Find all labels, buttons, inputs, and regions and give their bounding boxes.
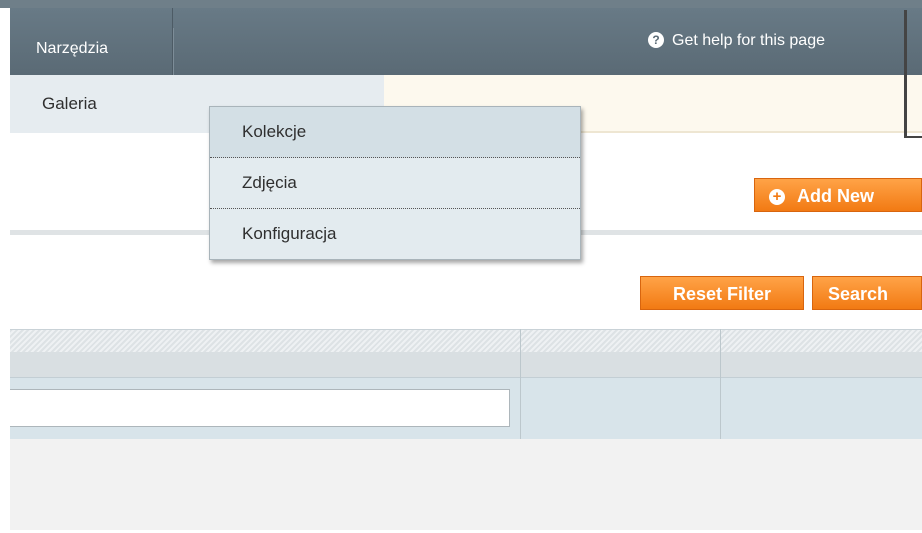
add-new-label: Add New <box>797 186 875 206</box>
grid-header-band <box>10 352 922 378</box>
column-divider <box>520 329 521 439</box>
help-link[interactable]: ? Get help for this page <box>648 32 825 50</box>
nav-item-narzedzia[interactable]: Narzędzia <box>10 8 173 75</box>
question-circle-icon: ? <box>648 32 664 48</box>
top-accent-bar <box>0 0 922 8</box>
main-navigation: Narzędzia ? Get help for this page <box>10 8 922 75</box>
dropdown-item-zdjecia[interactable]: Zdjęcia <box>210 158 580 209</box>
plus-circle-icon: + <box>769 189 785 205</box>
help-link-label: Get help for this page <box>672 32 825 49</box>
submenu-item-galeria[interactable]: Galeria <box>42 94 97 114</box>
scrollbar-edge <box>904 10 907 138</box>
reset-filter-button[interactable]: Reset Filter <box>640 276 804 310</box>
dropdown-item-konfiguracja[interactable]: Konfiguracja <box>210 209 580 260</box>
column-divider <box>720 329 721 439</box>
add-new-button[interactable]: + Add New <box>754 178 922 212</box>
dropdown-item-kolekcje[interactable]: Kolekcje <box>210 107 580 158</box>
grid-header <box>10 329 922 378</box>
nav-separator <box>173 28 174 75</box>
search-button[interactable]: Search <box>812 276 922 310</box>
submenu-dropdown: Kolekcje Zdjęcia Konfiguracja <box>209 106 581 260</box>
filter-input[interactable] <box>10 389 510 427</box>
scrollbar-edge-bottom <box>904 136 922 138</box>
grid-body <box>10 439 922 530</box>
